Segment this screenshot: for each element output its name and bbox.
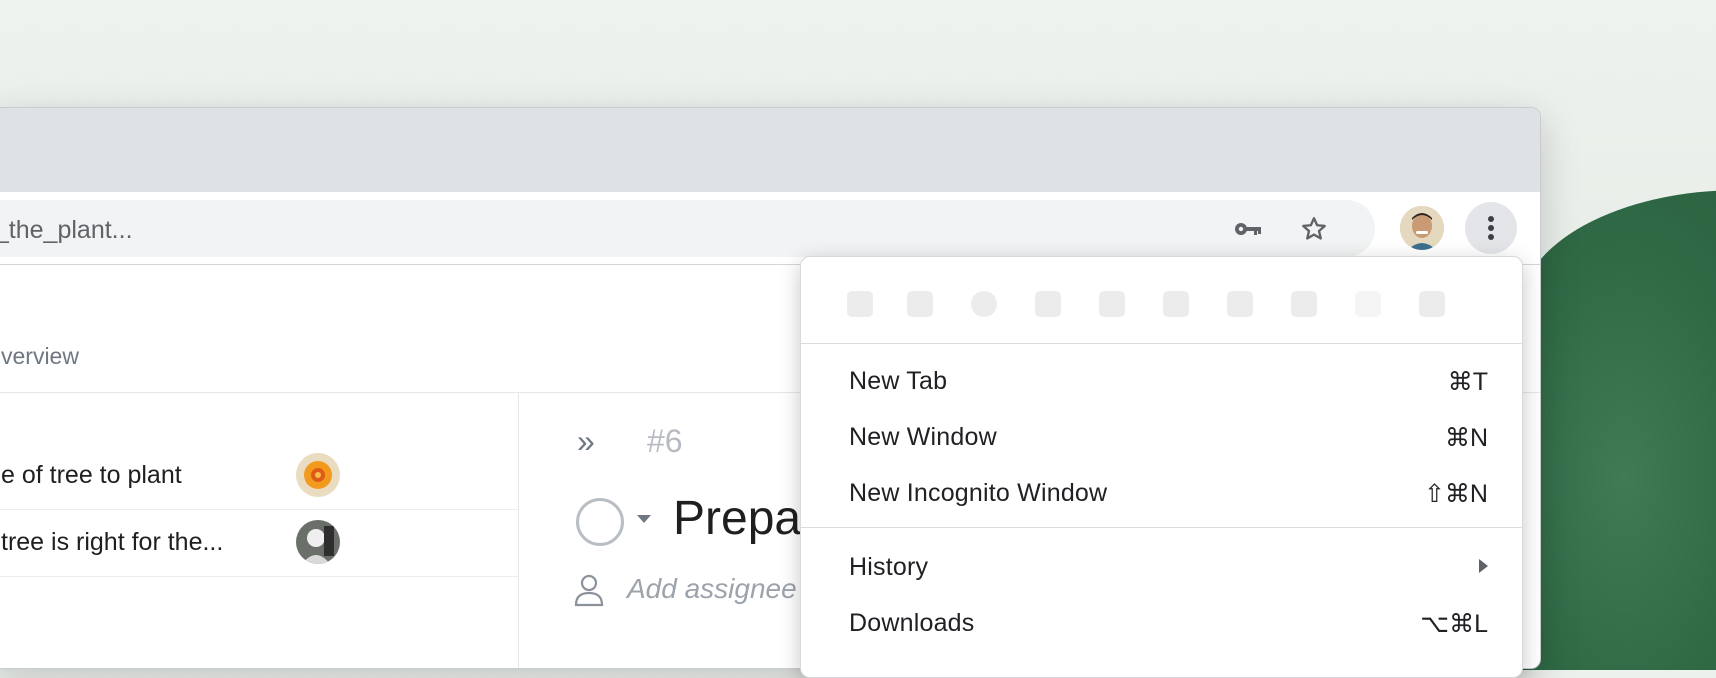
address-text[interactable]: e_the_plant... <box>0 216 133 245</box>
extension-icon[interactable] <box>907 291 933 317</box>
menu-item-label: New Incognito Window <box>849 479 1108 507</box>
menu-divider <box>801 343 1522 344</box>
chrome-menu-button[interactable] <box>1465 202 1517 254</box>
menu-item-shortcut: ⌥⌘L <box>1420 610 1488 638</box>
person-icon <box>573 573 609 609</box>
extension-icon[interactable] <box>971 291 997 317</box>
avatar[interactable] <box>296 520 340 564</box>
avatar[interactable] <box>296 453 340 497</box>
extension-icon[interactable] <box>1227 291 1253 317</box>
add-assignee-field[interactable]: Add assignee <box>627 573 797 605</box>
menu-item-new-tab[interactable]: New Tab ⌘T <box>801 353 1522 409</box>
extension-icon[interactable] <box>1099 291 1125 317</box>
menu-item-new-incognito-window[interactable]: New Incognito Window ⇧⌘N <box>801 465 1522 521</box>
extension-icon[interactable] <box>1163 291 1189 317</box>
menu-item-new-window[interactable]: New Window ⌘N <box>801 409 1522 465</box>
extension-icon[interactable] <box>1355 291 1381 317</box>
tab-strip <box>0 108 1540 192</box>
menu-item-history[interactable]: History <box>801 539 1522 595</box>
menu-item-label: New Window <box>849 423 997 451</box>
chrome-menu: New Tab ⌘T New Window ⌘N New Incognito W… <box>800 256 1523 678</box>
browser-toolbar: e_the_plant... <box>0 192 1540 265</box>
task-title[interactable]: Prepa <box>673 491 801 546</box>
complete-task-button[interactable] <box>576 498 624 546</box>
menu-item-label: History <box>849 553 929 581</box>
profile-avatar[interactable] <box>1400 206 1444 250</box>
extension-icon[interactable] <box>1035 291 1061 317</box>
submenu-arrow-icon <box>1479 559 1488 573</box>
task-row[interactable]: tree is right for the... <box>0 510 518 577</box>
task-name[interactable]: tree is right for the... <box>1 528 223 557</box>
three-dot-menu-icon <box>1488 216 1494 240</box>
menu-divider <box>801 527 1522 528</box>
menu-item-shortcut: ⌘N <box>1444 424 1488 452</box>
expand-icon[interactable]: » <box>577 423 595 460</box>
extension-icon[interactable] <box>1291 291 1317 317</box>
chevron-down-icon[interactable] <box>637 515 651 523</box>
extension-icon[interactable] <box>1419 291 1445 317</box>
task-row[interactable]: e of tree to plant <box>0 443 518 510</box>
menu-item-shortcut: ⇧⌘N <box>1423 480 1488 508</box>
menu-item-downloads[interactable]: Downloads ⌥⌘L <box>801 595 1522 651</box>
extension-icons-row <box>801 257 1522 343</box>
task-number: #6 <box>647 423 683 459</box>
desktop-wallpaper-hill <box>1520 190 1716 670</box>
task-list: e of tree to plant tree is right for the… <box>0 393 519 668</box>
tab-overview[interactable]: verview <box>1 343 79 370</box>
star-icon[interactable] <box>1299 214 1329 244</box>
menu-item-label: Downloads <box>849 609 975 637</box>
key-icon[interactable] <box>1233 214 1263 244</box>
menu-item-shortcut: ⌘T <box>1447 368 1488 396</box>
address-bar[interactable]: e_the_plant... <box>0 200 1375 257</box>
menu-item-label: New Tab <box>849 367 948 395</box>
task-name[interactable]: e of tree to plant <box>1 461 182 490</box>
extension-icon[interactable] <box>847 291 873 317</box>
